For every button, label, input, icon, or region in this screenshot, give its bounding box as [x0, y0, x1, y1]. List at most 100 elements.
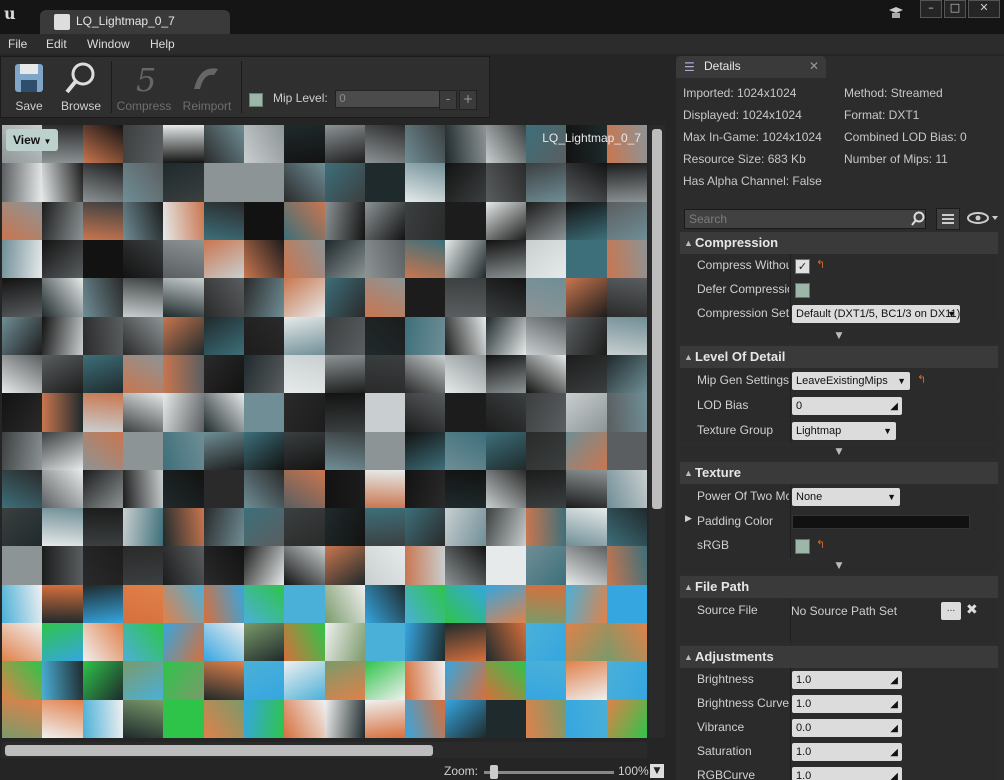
section-adjustments[interactable]: ▲ Adjustments: [680, 646, 998, 668]
srgb-checkbox[interactable]: [795, 539, 810, 554]
search-input[interactable]: Search: [684, 209, 926, 229]
texture-tile: [122, 201, 164, 240]
texture-tile: [243, 546, 285, 585]
texture-tile: [82, 163, 123, 202]
details-tab[interactable]: ☰ Details ✕: [676, 56, 826, 78]
property-label: Vibrance: [697, 720, 745, 734]
advanced-expand-texture[interactable]: ▼: [680, 560, 998, 572]
list-view-button[interactable]: [936, 208, 960, 230]
texture-tile: [163, 163, 204, 202]
texture-tile: [566, 393, 607, 432]
document-tab[interactable]: LQ_Lightmap_0_7: [40, 10, 230, 34]
column-divider: [790, 369, 791, 393]
vertical-scroll-thumb[interactable]: [652, 129, 662, 509]
advanced-expand-lod[interactable]: ▼: [680, 446, 998, 458]
texture-tile: [203, 278, 244, 317]
browse-source-button[interactable]: ...: [941, 602, 961, 620]
reset-to-default-icon[interactable]: ↰: [917, 373, 929, 386]
texture-tile: [324, 584, 365, 624]
property-vibrance: Vibrance 0.0 ◢: [680, 716, 998, 740]
texture-tile: [324, 278, 365, 317]
svg-text:5: 5: [136, 61, 156, 95]
eye-icon[interactable]: [966, 210, 1000, 226]
clear-icon[interactable]: ✖: [966, 602, 980, 620]
browse-button[interactable]: Browse: [55, 59, 107, 115]
vibrance-input[interactable]: 0.0 ◢: [792, 719, 902, 737]
section-texture[interactable]: ▲ Texture: [680, 462, 998, 484]
section-compression[interactable]: ▲ Compression: [680, 232, 998, 254]
texture-tile: [284, 469, 325, 509]
compress-without-alpha-checkbox[interactable]: ✓: [795, 259, 810, 274]
texture-tile: [284, 661, 325, 700]
menu-file[interactable]: File: [8, 37, 27, 51]
texture-tile: [82, 316, 123, 355]
mip-level-checkbox[interactable]: [249, 93, 263, 107]
chevron-down-icon: ▼: [947, 309, 956, 319]
mip-decrease-button[interactable]: -: [439, 90, 457, 110]
reimport-label: Reimport: [182, 99, 232, 113]
compression-settings-dropdown[interactable]: Default (DXT1/5, BC1/3 on DX11) ▼: [792, 305, 960, 323]
texture-tile: [445, 201, 486, 240]
texture-tile: [42, 584, 83, 624]
advanced-expand-compression[interactable]: ▼: [680, 330, 998, 342]
number-value: 1.0: [796, 746, 812, 758]
save-button[interactable]: Save: [3, 59, 55, 115]
mip-gen-settings-dropdown[interactable]: LeaveExistingMips ▼: [792, 372, 910, 390]
info-method: Method: Streamed: [844, 86, 943, 100]
texture-tile: [606, 163, 647, 202]
drag-spin-icon: ◢: [890, 723, 898, 734]
texture-tile: [485, 661, 527, 700]
texture-tile: [526, 699, 567, 738]
minimize-icon[interactable]: –: [920, 0, 942, 18]
help-icon[interactable]: [888, 6, 904, 20]
close-icon[interactable]: ✕: [809, 59, 819, 73]
viewport-vertical-scrollbar[interactable]: [649, 125, 665, 738]
number-value: 1.0: [796, 770, 812, 780]
expand-arrow-icon[interactable]: ▶: [685, 514, 692, 524]
defer-compression-checkbox[interactable]: [795, 283, 810, 298]
texture-tile: [82, 431, 123, 470]
section-file-path[interactable]: ▲ File Path: [680, 576, 998, 598]
horizontal-scroll-thumb[interactable]: [5, 745, 433, 756]
reimport-button[interactable]: Reimport: [179, 59, 235, 115]
zoom-slider-handle[interactable]: [490, 765, 498, 779]
texture-tile: [485, 623, 527, 662]
texture-tile: [566, 163, 607, 202]
compress-button[interactable]: 5 Compress: [115, 59, 173, 115]
viewport-horizontal-scrollbar[interactable]: [2, 742, 647, 758]
brightness-input[interactable]: 1.0 ◢: [792, 671, 902, 689]
lod-bias-input[interactable]: 0 ◢: [792, 397, 902, 415]
zoom-slider[interactable]: [484, 771, 614, 774]
texture-tile: [163, 278, 204, 317]
texture-tile: [163, 508, 204, 547]
details-tab-label: Details: [704, 59, 741, 73]
texture-tile: [42, 201, 83, 240]
reset-to-default-icon[interactable]: ↰: [816, 258, 828, 271]
ue-logo-icon[interactable]: u: [4, 4, 26, 26]
texture-tile: [42, 469, 83, 509]
maximize-icon[interactable]: □: [944, 0, 966, 18]
section-level-of-detail[interactable]: ▲ Level Of Detail: [680, 346, 998, 368]
mip-level-input[interactable]: 0: [335, 90, 440, 108]
texture-tile: [163, 431, 204, 470]
menu-help[interactable]: Help: [150, 37, 175, 51]
mip-increase-button[interactable]: +: [459, 90, 477, 110]
texture-viewport[interactable]: View ▼ LQ_Lightmap_0_7: [2, 125, 647, 738]
rgb-curve-input[interactable]: 1.0 ◢: [792, 767, 902, 780]
power-of-two-dropdown[interactable]: None ▼: [792, 488, 900, 506]
reset-to-default-icon[interactable]: ↰: [816, 538, 828, 551]
saturation-input[interactable]: 1.0 ◢: [792, 743, 902, 761]
texture-tile: [243, 661, 285, 700]
close-icon[interactable]: ✕: [968, 0, 1000, 18]
menu-edit[interactable]: Edit: [46, 37, 67, 51]
texture-tile: [566, 316, 607, 355]
view-dropdown[interactable]: View ▼: [6, 129, 58, 151]
brightness-curve-input[interactable]: 1.0 ◢: [792, 695, 902, 713]
property-padding-color: ▶ Padding Color: [680, 510, 998, 534]
texture-tile: [445, 699, 486, 738]
zoom-dropdown-icon[interactable]: ▼: [650, 764, 664, 778]
padding-color-swatch[interactable]: [792, 515, 970, 529]
texture-group-dropdown[interactable]: Lightmap ▼: [792, 422, 896, 440]
texture-tile: [364, 239, 406, 279]
menu-window[interactable]: Window: [87, 37, 130, 51]
